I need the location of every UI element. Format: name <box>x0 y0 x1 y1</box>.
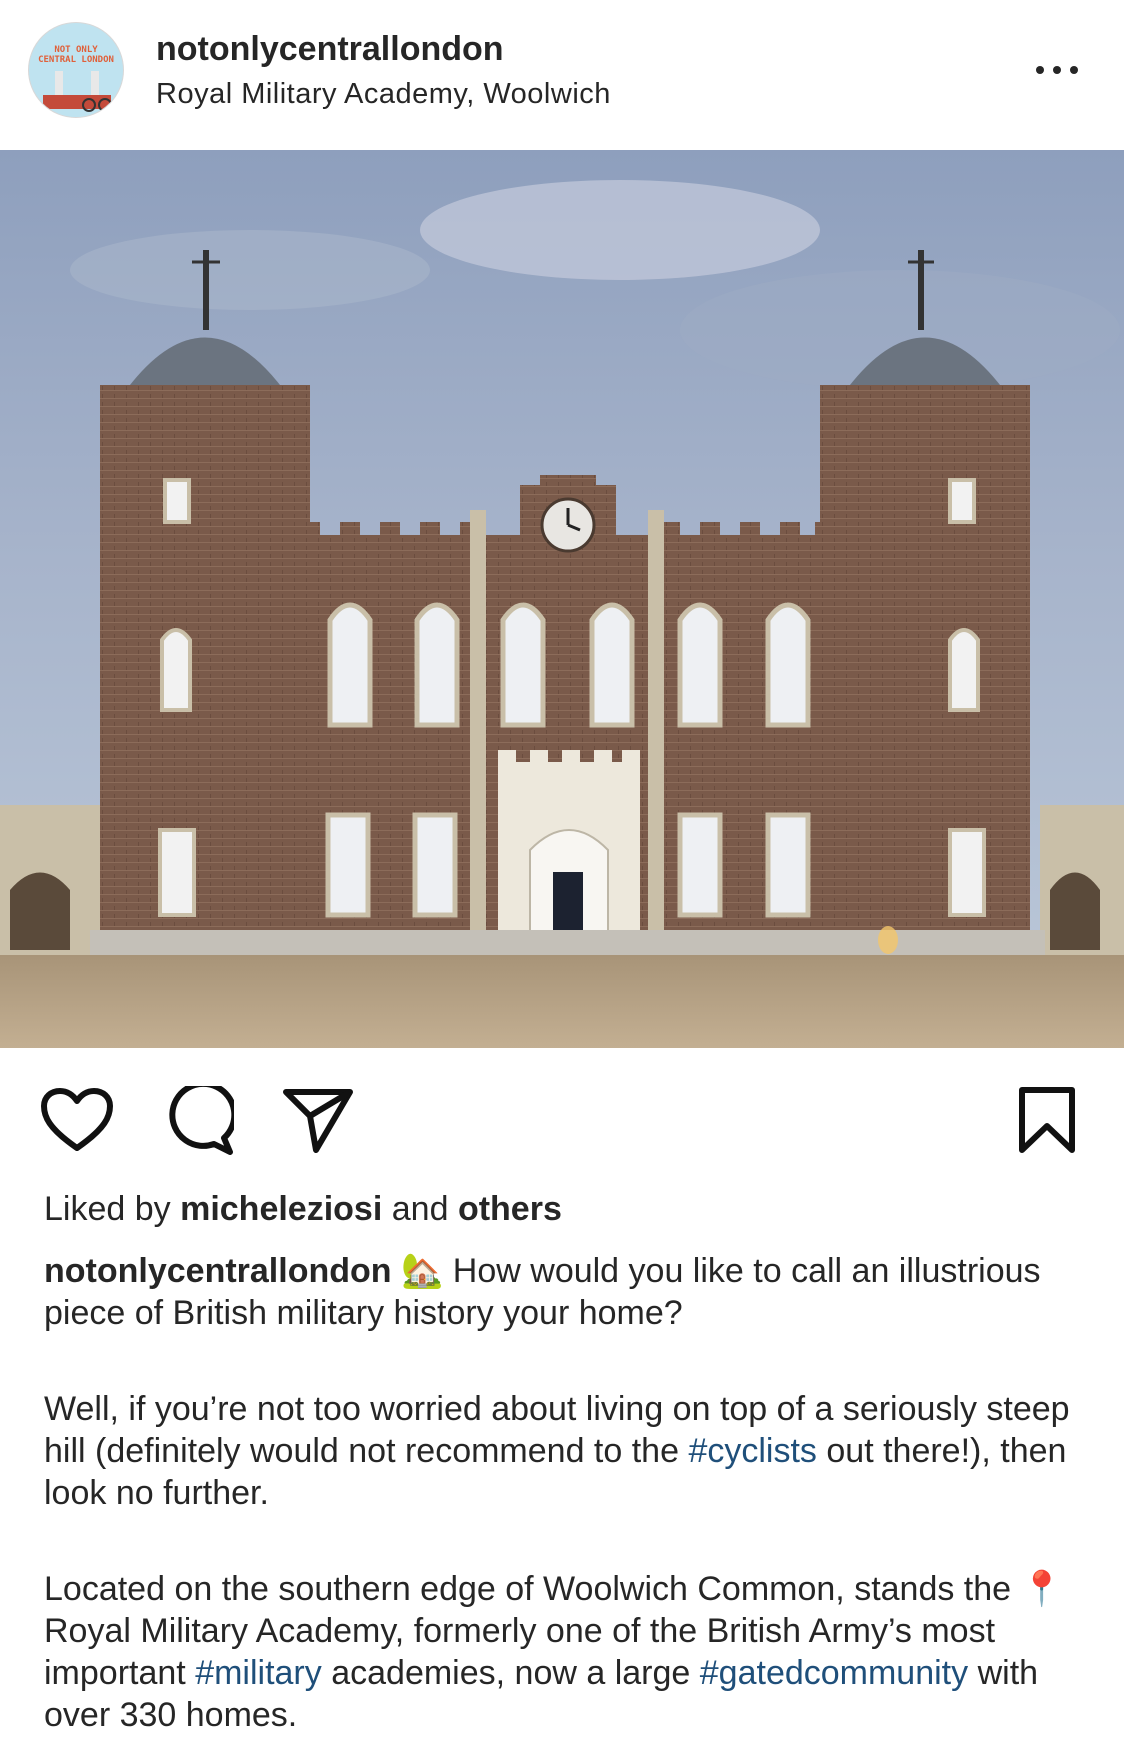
comment-icon[interactable] <box>164 1086 234 1156</box>
avatar[interactable]: NOT ONLY CENTRAL LONDON <box>28 22 124 118</box>
caption-paragraph-2: Well, if you’re not too worried about li… <box>44 1388 1084 1514</box>
hashtag-link[interactable]: #military <box>195 1654 322 1692</box>
caption-username[interactable]: notonlycentrallondon <box>44 1252 392 1290</box>
post-username[interactable]: notonlycentrallondon <box>156 30 504 69</box>
likes-prefix: Liked by <box>44 1190 171 1228</box>
more-dot-icon <box>1053 66 1061 74</box>
post-caption: notonlycentrallondon 🏡 How would you lik… <box>44 1250 1084 1736</box>
hashtag-link[interactable]: #cyclists <box>688 1432 816 1470</box>
more-dot-icon <box>1036 66 1044 74</box>
likes-summary[interactable]: Liked by micheleziosi and others <box>44 1190 562 1229</box>
pin-emoji-icon: 📍 <box>1020 1570 1063 1608</box>
send-icon[interactable] <box>282 1088 354 1154</box>
post-header: NOT ONLY CENTRAL LONDON notonlycentrallo… <box>0 0 1124 150</box>
bookmark-icon[interactable] <box>1018 1086 1076 1156</box>
caption-text: academies, now a large <box>331 1654 691 1692</box>
likes-joiner: and <box>391 1190 449 1228</box>
post-photo[interactable] <box>0 150 1124 1048</box>
avatar-illustration <box>43 71 112 112</box>
caption-paragraph-1: notonlycentrallondon 🏡 How would you lik… <box>44 1250 1084 1334</box>
building-photo <box>0 150 1124 1048</box>
hashtag-link[interactable]: #gatedcommunity <box>700 1654 968 1692</box>
post-location[interactable]: Royal Military Academy, Woolwich <box>156 78 611 111</box>
likes-others-link[interactable]: others <box>458 1190 562 1228</box>
more-dot-icon <box>1070 66 1078 74</box>
caption-text: Located on the southern edge of Woolwich… <box>44 1570 1012 1608</box>
more-options-button[interactable] <box>1030 56 1084 84</box>
heart-icon[interactable] <box>40 1088 114 1154</box>
house-emoji-icon: 🏡 <box>401 1252 444 1290</box>
action-bar <box>0 1048 1124 1198</box>
liked-by-username[interactable]: micheleziosi <box>180 1190 382 1228</box>
caption-paragraph-3: Located on the southern edge of Woolwich… <box>44 1568 1084 1736</box>
